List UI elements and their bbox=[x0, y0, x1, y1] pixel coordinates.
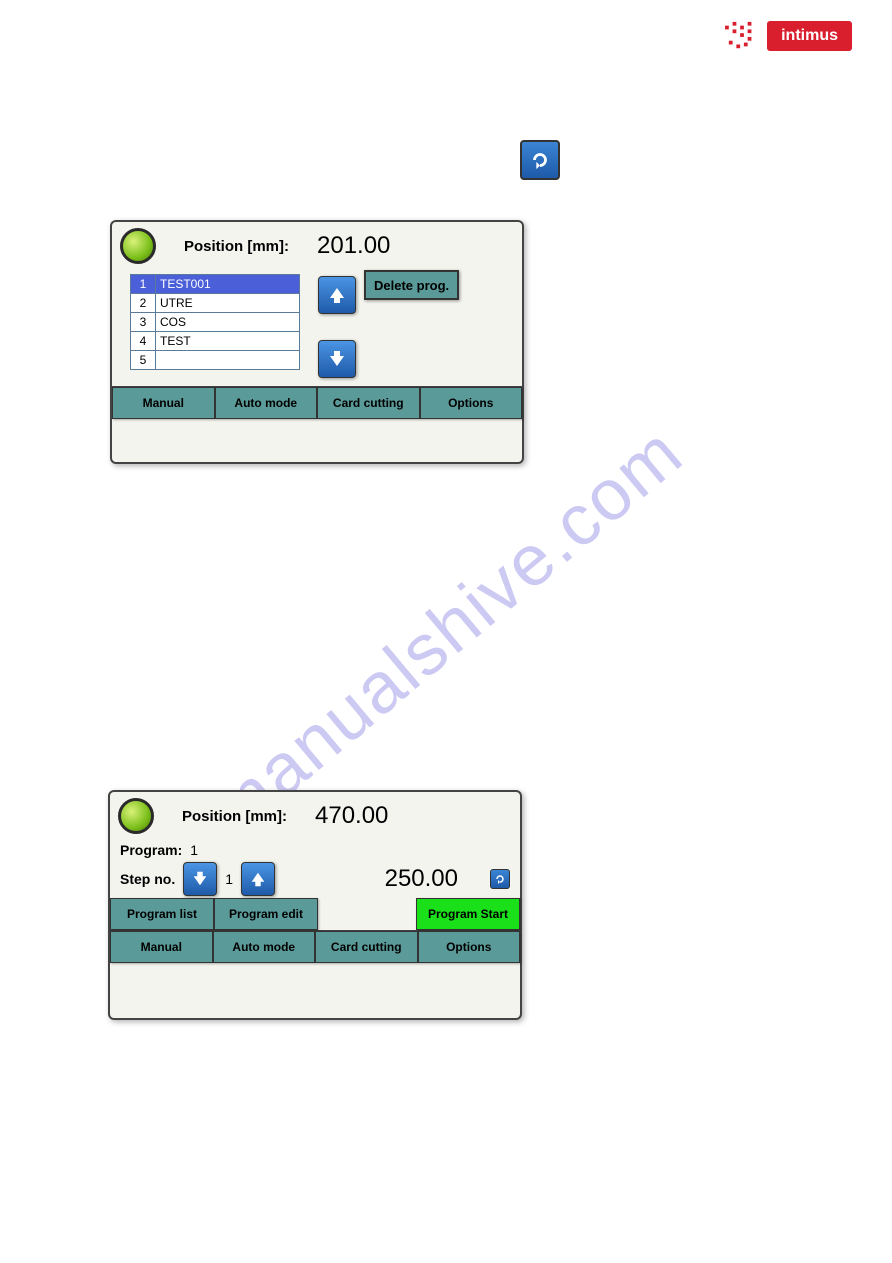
status-led-icon bbox=[120, 228, 156, 264]
bottom-bar: Manual Auto mode Card cutting Options bbox=[112, 386, 522, 419]
step-down-button[interactable] bbox=[183, 862, 217, 896]
program-table[interactable]: 1 TEST001 2 UTRE 3 COS 4 TEST 5 bbox=[130, 274, 300, 370]
program-run-panel: Position [mm]: 470.00 Program: 1 Step no… bbox=[108, 790, 522, 1020]
auto-mode-button[interactable]: Auto mode bbox=[215, 387, 318, 419]
arrow-down-icon bbox=[327, 349, 347, 369]
brand-dots-icon bbox=[723, 20, 761, 52]
manual-button[interactable]: Manual bbox=[110, 931, 213, 963]
brand-name: intimus bbox=[767, 21, 852, 51]
scroll-down-button[interactable] bbox=[318, 340, 356, 378]
table-row[interactable]: 5 bbox=[131, 351, 300, 370]
card-cutting-button[interactable]: Card cutting bbox=[315, 931, 418, 963]
row-name: TEST001 bbox=[156, 275, 300, 294]
return-button[interactable] bbox=[520, 140, 560, 180]
step-label: Step no. bbox=[120, 871, 175, 887]
program-start-button[interactable]: Program Start bbox=[416, 898, 520, 930]
program-list-panel: Position [mm]: 201.00 1 TEST001 2 UTRE 3… bbox=[110, 220, 524, 464]
program-list-button[interactable]: Program list bbox=[110, 898, 214, 930]
options-button[interactable]: Options bbox=[418, 931, 521, 963]
watermark: manualshive.com bbox=[194, 410, 699, 852]
panel-header: Position [mm]: 201.00 bbox=[112, 222, 522, 270]
bottom-bar: Manual Auto mode Card cutting Options bbox=[110, 930, 520, 963]
arrow-up-icon bbox=[327, 285, 347, 305]
return-arrow-icon bbox=[529, 149, 551, 171]
program-value: 1 bbox=[190, 842, 198, 858]
table-row[interactable]: 4 TEST bbox=[131, 332, 300, 351]
card-cutting-button[interactable]: Card cutting bbox=[317, 387, 420, 419]
position-label: Position [mm]: bbox=[184, 238, 289, 255]
scroll-up-button[interactable] bbox=[318, 276, 356, 314]
program-edit-button[interactable]: Program edit bbox=[214, 898, 318, 930]
spacer bbox=[318, 898, 416, 930]
options-button[interactable]: Options bbox=[420, 387, 523, 419]
position-value: 470.00 bbox=[315, 802, 388, 830]
row-name: UTRE bbox=[156, 294, 300, 313]
return-mini-button[interactable] bbox=[490, 869, 510, 889]
row-number: 4 bbox=[131, 332, 156, 351]
table-row[interactable]: 1 TEST001 bbox=[131, 275, 300, 294]
position-label: Position [mm]: bbox=[182, 808, 287, 825]
program-label: Program: bbox=[120, 842, 182, 858]
manual-button[interactable]: Manual bbox=[112, 387, 215, 419]
status-led-icon bbox=[118, 798, 154, 834]
row-number: 3 bbox=[131, 313, 156, 332]
row-name: TEST bbox=[156, 332, 300, 351]
auto-mode-button[interactable]: Auto mode bbox=[213, 931, 316, 963]
position-value: 201.00 bbox=[317, 232, 390, 260]
panel-header: Position [mm]: 470.00 bbox=[110, 792, 520, 840]
brand-logo: intimus bbox=[723, 20, 852, 52]
arrow-up-icon bbox=[249, 870, 267, 888]
row-number: 2 bbox=[131, 294, 156, 313]
action-bar: Program list Program edit Program Start bbox=[110, 898, 520, 930]
arrow-down-icon bbox=[191, 870, 209, 888]
row-number: 5 bbox=[131, 351, 156, 370]
row-name: COS bbox=[156, 313, 300, 332]
table-row[interactable]: 2 UTRE bbox=[131, 294, 300, 313]
row-number: 1 bbox=[131, 275, 156, 294]
return-arrow-icon bbox=[494, 873, 506, 885]
step-up-button[interactable] bbox=[241, 862, 275, 896]
step-value: 1 bbox=[225, 871, 233, 887]
target-value: 250.00 bbox=[385, 865, 458, 893]
table-row[interactable]: 3 COS bbox=[131, 313, 300, 332]
delete-program-button[interactable]: Delete prog. bbox=[364, 270, 459, 300]
row-name bbox=[156, 351, 300, 370]
